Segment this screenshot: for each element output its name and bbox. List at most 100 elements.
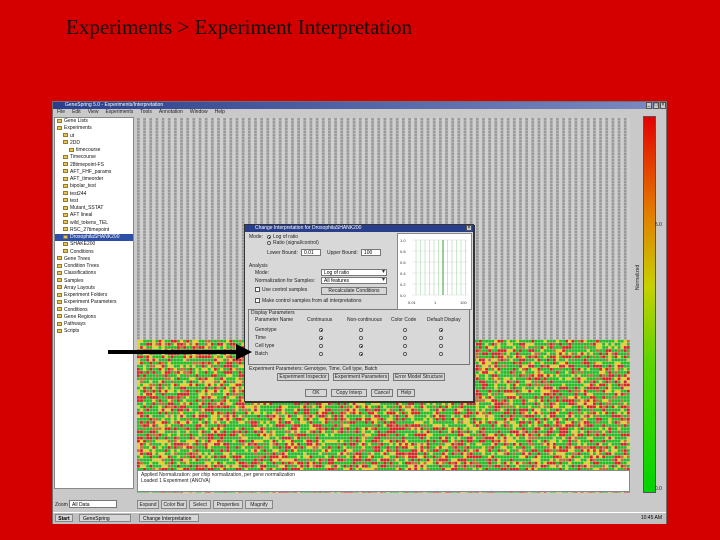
heatmap-cell (173, 186, 177, 190)
navigation-tree[interactable]: Gene Lists Experiments ut 2DD timecourse Time… (54, 117, 134, 489)
heatmap-cell (321, 208, 325, 212)
heatmap-cell (488, 227, 492, 231)
tree-node[interactable]: Experiments (55, 125, 133, 132)
tree-node[interactable]: Samples (55, 278, 133, 285)
heatmap-cell (623, 158, 627, 162)
heatmap-cell (494, 221, 498, 224)
heatmap-cell (512, 130, 516, 134)
heatmap-cell (167, 252, 171, 256)
heatmap-cell (204, 180, 208, 184)
menu-item-edit[interactable]: Edit (72, 109, 81, 115)
heatmap-cell (494, 124, 498, 127)
heatmap-cell (586, 121, 590, 124)
heatmap-cell (235, 193, 239, 196)
minimize-button[interactable]: _ (646, 102, 652, 109)
tree-node[interactable]: test (55, 198, 133, 205)
heatmap-cell (537, 124, 541, 127)
tree-node[interactable]: Array Layouts (55, 285, 133, 292)
menu-item-experiments[interactable]: Experiments (105, 109, 133, 115)
tree-node[interactable]: 28timepoint-FS (55, 162, 133, 169)
folder-icon (69, 147, 74, 152)
heatmap-cell (143, 277, 146, 281)
tree-node[interactable]: Gene Trees (55, 256, 133, 263)
heatmap-cell (291, 130, 294, 134)
heatmap-cell (586, 221, 590, 224)
heatmap-cell (574, 158, 578, 162)
menu-item-annotation[interactable]: Annotation (159, 109, 183, 115)
tree-node[interactable]: Timecourse (55, 154, 133, 161)
tree-node[interactable]: bipolar_test (55, 183, 133, 190)
tree-node[interactable]: Gene Regions (55, 314, 133, 321)
tree-node[interactable]: AFT lineal (55, 212, 133, 219)
heatmap-cell (346, 130, 350, 134)
heatmap-cell (180, 164, 183, 168)
tree-node[interactable]: Pathways (55, 321, 133, 328)
window-titlebar[interactable]: GeneSpring 5.0 - Experiments/Interpretat… (53, 102, 666, 109)
tree-node[interactable]: Experiment Parameters (55, 299, 133, 306)
heatmap-cell (358, 196, 362, 199)
heatmap-cell (365, 136, 368, 140)
maximize-button[interactable]: □ (653, 102, 659, 109)
heatmap-cell (611, 143, 615, 146)
heatmap-cell (254, 174, 257, 177)
heatmap-cell (346, 149, 350, 152)
heatmap-cell (180, 246, 183, 249)
heatmap-cell (210, 271, 214, 274)
heatmap-cell (210, 202, 214, 206)
tree-node[interactable]: SHAKE200 (55, 241, 133, 248)
tree-node[interactable]: Scripts (55, 328, 133, 335)
heatmap-cell (531, 124, 535, 127)
menu-item-tools[interactable]: Tools (140, 109, 152, 115)
heatmap-cell (149, 305, 153, 309)
tree-node[interactable]: Mutant_SSTAT (55, 205, 133, 212)
tree-node[interactable]: 2DD (55, 140, 133, 147)
heatmap-cell (143, 189, 146, 193)
heatmap-cell (229, 127, 233, 131)
tree-node[interactable]: Conditions (55, 307, 133, 314)
heatmap-cell (586, 208, 590, 212)
heatmap-cell (161, 243, 165, 246)
tree-node[interactable]: DrosophilaSHANK200 (55, 234, 133, 242)
tree-node[interactable]: RSC_27timepoint (55, 227, 133, 234)
heatmap-cell (420, 139, 424, 143)
tree-node[interactable]: Classifications (55, 270, 133, 277)
tree-node[interactable]: Experiment Folders (55, 292, 133, 299)
menu-item-window[interactable]: Window (190, 109, 208, 115)
tree-node[interactable]: timecourse (55, 147, 133, 154)
tree-node[interactable]: Gene Lists (55, 118, 133, 125)
heatmap-cell (494, 233, 498, 237)
heatmap-cell (260, 146, 264, 149)
tree-node[interactable]: AFT_FHF_params (55, 169, 133, 176)
heatmap-cell (167, 189, 171, 193)
tree-node[interactable]: test244 (55, 191, 133, 198)
heatmap-cell (180, 133, 183, 137)
heatmap-cell (291, 143, 294, 146)
heatmap-cell (506, 168, 510, 171)
heatmap-cell (180, 149, 183, 152)
menu-item-file[interactable]: File (57, 109, 65, 115)
heatmap-cell (593, 233, 596, 237)
heatmap-cell (420, 208, 424, 212)
heatmap-cell (223, 218, 227, 221)
heatmap-cell (260, 158, 264, 162)
heatmap-cell (247, 121, 251, 124)
close-window-button[interactable]: × (660, 102, 666, 109)
tree-node[interactable]: ut (55, 133, 133, 140)
tree-node[interactable]: AFT_timeorder (55, 176, 133, 183)
heatmap-cell (167, 261, 171, 265)
heatmap-cell (334, 186, 337, 190)
menu-item-help[interactable]: Help (215, 109, 225, 115)
tree-node[interactable]: wild_tokens_TEL (55, 220, 133, 227)
heatmap-cell (173, 255, 177, 259)
heatmap-cell (198, 243, 202, 246)
menu-item-view[interactable]: View (88, 109, 99, 115)
heatmap-cell (217, 180, 220, 184)
tree-node[interactable]: Conditions (55, 249, 133, 256)
heatmap-cell (340, 158, 344, 162)
heatmap-cell (377, 161, 381, 165)
heatmap-cell (143, 168, 146, 171)
heatmap-cell (519, 158, 522, 162)
tree-node[interactable]: Condition Trees (55, 263, 133, 270)
heatmap-cell (198, 136, 202, 140)
heatmap-cell (488, 168, 492, 171)
